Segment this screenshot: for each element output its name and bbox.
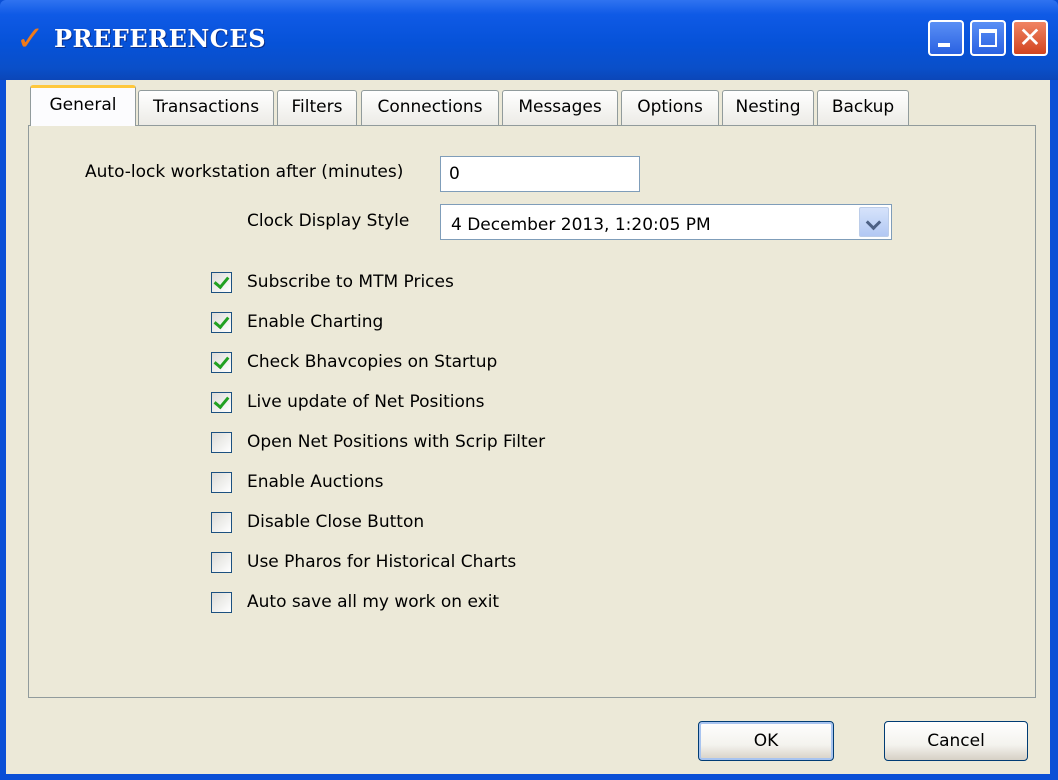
- checkbox-label: Use Pharos for Historical Charts: [247, 552, 517, 572]
- checkbox-label: Auto save all my work on exit: [247, 592, 500, 612]
- preferences-window: ✓ PREFERENCES ✕ General Transactions Fil…: [0, 0, 1058, 780]
- ok-button[interactable]: OK: [698, 721, 834, 761]
- check-icon: [213, 312, 230, 330]
- check-icon: [213, 272, 230, 290]
- checkbox-enable-auctions[interactable]: [211, 472, 232, 493]
- tab-panel-general: Auto-lock workstation after (minutes) Cl…: [28, 125, 1036, 698]
- tab-connections[interactable]: Connections: [361, 90, 499, 125]
- checkbox-label: Disable Close Button: [247, 512, 425, 532]
- tab-options[interactable]: Options: [621, 90, 719, 125]
- checkbox-disable-close[interactable]: [211, 512, 232, 533]
- panel-background: Auto-lock workstation after (minutes) Cl…: [29, 126, 1035, 697]
- window-title: PREFERENCES: [54, 24, 267, 53]
- client-area: General Transactions Filters Connections…: [6, 80, 1050, 774]
- autolock-minutes-input[interactable]: [440, 156, 640, 192]
- clock-style-value: 4 December 2013, 1:20:05 PM: [451, 215, 711, 235]
- clock-style-label: Clock Display Style: [247, 211, 410, 231]
- minimize-icon: [938, 43, 950, 47]
- checkbox-open-net-positions[interactable]: [211, 432, 232, 453]
- checkbox-label: Enable Auctions: [247, 472, 384, 492]
- checkbox-label: Enable Charting: [247, 312, 384, 332]
- checkbox-use-pharos[interactable]: [211, 552, 232, 573]
- tab-filters[interactable]: Filters: [277, 90, 357, 125]
- tab-messages[interactable]: Messages: [502, 90, 618, 125]
- tab-general[interactable]: General: [30, 85, 136, 126]
- chevron-down-icon[interactable]: [859, 207, 889, 237]
- checkbox-label: Check Bhavcopies on Startup: [247, 352, 498, 372]
- close-icon: ✕: [1018, 21, 1042, 54]
- checkbox-label: Live update of Net Positions: [247, 392, 485, 412]
- cancel-button[interactable]: Cancel: [884, 721, 1028, 761]
- clock-style-select[interactable]: 4 December 2013, 1:20:05 PM: [440, 204, 892, 240]
- autolock-label: Auto-lock workstation after (minutes): [85, 162, 404, 182]
- minimize-button[interactable]: [928, 20, 964, 56]
- tab-backup[interactable]: Backup: [817, 90, 909, 125]
- check-icon: [213, 392, 230, 410]
- tab-nesting[interactable]: Nesting: [722, 90, 814, 125]
- checkbox-label: Open Net Positions with Scrip Filter: [247, 432, 546, 452]
- tab-transactions[interactable]: Transactions: [138, 90, 274, 125]
- checkbox-check-bhavcopies[interactable]: [211, 352, 232, 373]
- checkbox-subscribe-mtm[interactable]: [211, 272, 232, 293]
- title-bar[interactable]: ✓ PREFERENCES ✕: [0, 0, 1058, 80]
- close-button[interactable]: ✕: [1012, 20, 1048, 56]
- checkbox-auto-save[interactable]: [211, 592, 232, 613]
- maximize-icon: [979, 29, 997, 47]
- checkmark-icon: ✓: [16, 19, 45, 59]
- checkbox-live-update[interactable]: [211, 392, 232, 413]
- maximize-button[interactable]: [970, 20, 1006, 56]
- checkbox-enable-charting[interactable]: [211, 312, 232, 333]
- checkbox-label: Subscribe to MTM Prices: [247, 272, 454, 292]
- check-icon: [213, 352, 230, 370]
